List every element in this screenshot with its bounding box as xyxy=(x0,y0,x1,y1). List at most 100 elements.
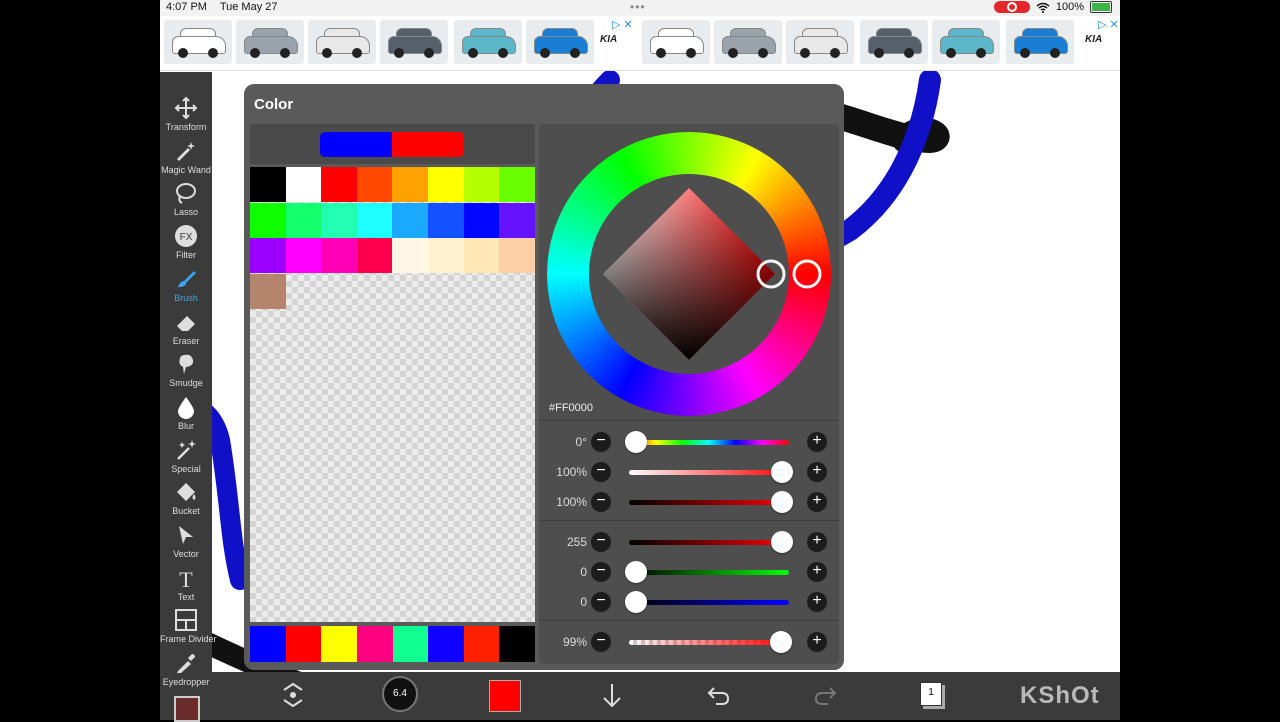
hex-value[interactable]: #FF0000 xyxy=(549,402,593,414)
ad-car-image[interactable] xyxy=(714,20,782,64)
ad-car-image[interactable] xyxy=(164,20,232,64)
palette-swatch[interactable] xyxy=(250,202,286,238)
palette-swatch[interactable] xyxy=(428,202,464,238)
palette-swatch[interactable] xyxy=(321,238,357,273)
slider-knob[interactable] xyxy=(625,431,647,453)
slider-knob[interactable] xyxy=(771,491,793,513)
tool-eraser[interactable]: Eraser xyxy=(160,310,212,346)
tool-bucket[interactable]: Bucket xyxy=(160,480,212,516)
increment-button[interactable]: + xyxy=(807,492,827,512)
color-button[interactable] xyxy=(489,680,521,712)
palette-swatch[interactable] xyxy=(463,238,500,273)
slider-track[interactable] xyxy=(629,640,789,645)
recent-swatch[interactable] xyxy=(463,626,500,662)
slider-value[interactable]: 100% xyxy=(539,465,587,479)
ad-car-image[interactable] xyxy=(932,20,1000,64)
palette-swatch[interactable] xyxy=(392,238,428,273)
decrement-button[interactable]: − xyxy=(591,562,611,582)
recent-swatch[interactable] xyxy=(499,626,535,662)
tool-vector[interactable]: Vector xyxy=(160,523,212,559)
tool-magic-wand[interactable]: Magic Wand xyxy=(160,139,212,175)
recent-swatch[interactable] xyxy=(392,626,429,662)
palette-swatch[interactable] xyxy=(499,202,535,238)
tool-brush[interactable]: Brush xyxy=(160,267,212,303)
slider-knob[interactable] xyxy=(625,561,647,583)
recent-swatch[interactable] xyxy=(250,626,286,662)
increment-button[interactable]: + xyxy=(807,592,827,612)
ad-car-image[interactable] xyxy=(526,20,594,64)
tool-frame-divider[interactable]: Frame Divider xyxy=(160,608,217,644)
palette-swatch[interactable] xyxy=(356,167,393,202)
ad-car-image[interactable] xyxy=(786,20,854,64)
palette-swatch[interactable] xyxy=(499,238,535,273)
undo-icon[interactable] xyxy=(706,680,732,710)
increment-button[interactable]: + xyxy=(807,462,827,482)
screen-record-icon[interactable] xyxy=(993,1,1030,13)
palette-swatch[interactable] xyxy=(250,167,286,202)
increment-button[interactable]: + xyxy=(807,432,827,452)
ad-car-image[interactable] xyxy=(1006,20,1074,64)
tool-special[interactable]: Special xyxy=(160,438,212,474)
ad-car-image[interactable] xyxy=(308,20,376,64)
slider-track[interactable] xyxy=(629,470,789,475)
tool-eyedropper[interactable]: Eyedropper xyxy=(160,651,212,687)
decrement-button[interactable]: − xyxy=(591,532,611,552)
slider-value[interactable]: 99% xyxy=(539,635,587,649)
tool-text[interactable]: T Text xyxy=(160,566,212,602)
increment-button[interactable]: + xyxy=(807,632,827,652)
palette-swatch[interactable] xyxy=(499,167,535,202)
recent-swatch[interactable] xyxy=(285,626,322,662)
ad-brand-logo[interactable]: KIA xyxy=(600,34,617,45)
color-wheel[interactable] xyxy=(539,124,839,424)
slider-value[interactable]: 100% xyxy=(539,495,587,509)
decrement-button[interactable]: − xyxy=(591,592,611,612)
secondary-color-swatch[interactable] xyxy=(392,132,464,157)
palette-swatch[interactable] xyxy=(356,202,393,238)
slider-knob[interactable] xyxy=(769,631,792,653)
slider-track[interactable] xyxy=(629,540,789,545)
palette-swatch[interactable] xyxy=(321,202,357,238)
slider-knob[interactable] xyxy=(771,461,793,483)
slider-knob[interactable] xyxy=(625,591,647,613)
palette-swatch[interactable] xyxy=(392,167,428,202)
ad-car-image[interactable] xyxy=(860,20,928,64)
palette-swatch[interactable] xyxy=(392,202,428,238)
recent-swatch[interactable] xyxy=(356,626,393,662)
slider-track[interactable] xyxy=(629,440,789,445)
slider-value[interactable]: 255 xyxy=(539,535,587,549)
slider-track[interactable] xyxy=(629,500,789,505)
brush-size-button[interactable]: 6.4 xyxy=(382,676,418,712)
tool-blur[interactable]: Blur xyxy=(160,395,212,431)
palette-swatch[interactable] xyxy=(463,167,500,202)
ad-choices-icon[interactable]: ▷ ✕ xyxy=(1098,18,1119,31)
increment-button[interactable]: + xyxy=(807,532,827,552)
ad-car-image[interactable] xyxy=(642,20,710,64)
palette-swatch[interactable] xyxy=(250,273,286,309)
decrement-button[interactable]: − xyxy=(591,632,611,652)
palette-swatch[interactable] xyxy=(285,167,322,202)
palette-swatch[interactable] xyxy=(463,202,500,238)
redo-icon[interactable] xyxy=(812,680,838,710)
slider-value[interactable]: 0 xyxy=(539,595,587,609)
slider-track[interactable] xyxy=(629,600,789,605)
slider-value[interactable]: 0 xyxy=(539,565,587,579)
ad-car-image[interactable] xyxy=(380,20,448,64)
ad-brand-logo[interactable]: KIA xyxy=(1085,34,1102,45)
layers-button[interactable]: 1 xyxy=(920,682,942,706)
ad-banner[interactable]: KIA KIA ▷ ✕ ▷ ✕ xyxy=(160,16,1120,71)
ad-car-image[interactable] xyxy=(454,20,522,64)
layer-thumbnail[interactable] xyxy=(174,696,200,722)
primary-color-swatch[interactable] xyxy=(320,132,392,157)
palette-swatch[interactable] xyxy=(285,202,322,238)
palette-grid[interactable] xyxy=(250,167,535,622)
palette-swatch[interactable] xyxy=(250,238,286,273)
ad-choices-icon[interactable]: ▷ ✕ xyxy=(612,18,633,31)
recent-swatch[interactable] xyxy=(321,626,357,662)
palette-swatch[interactable] xyxy=(285,238,322,273)
palette-swatch[interactable] xyxy=(321,167,357,202)
decrement-button[interactable]: − xyxy=(591,492,611,512)
tool-transform[interactable]: Transform xyxy=(160,96,212,132)
slider-track[interactable] xyxy=(629,570,789,575)
slider-knob[interactable] xyxy=(771,531,793,553)
ad-car-image[interactable] xyxy=(236,20,304,64)
